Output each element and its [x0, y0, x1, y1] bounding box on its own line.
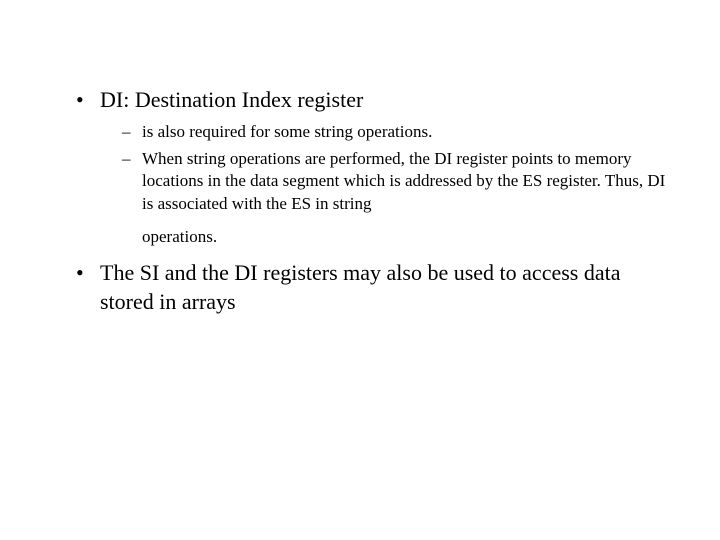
- list-item: When string operations are performed, th…: [122, 148, 670, 250]
- slide: DI: Destination Index register is also r…: [0, 0, 720, 540]
- bullet-text: DI: Destination Index register: [100, 87, 363, 112]
- bullet-text: The SI and the DI registers may also be …: [100, 260, 621, 314]
- list-item: DI: Destination Index register is also r…: [70, 86, 670, 249]
- bullet-text: When string operations are performed, th…: [142, 149, 665, 214]
- bullet-list-level1: DI: Destination Index register is also r…: [0, 86, 720, 316]
- bullet-list-level2: is also required for some string operati…: [100, 121, 670, 250]
- list-item: is also required for some string operati…: [122, 121, 670, 144]
- bullet-text-trailing: operations.: [142, 226, 670, 249]
- bullet-text: is also required for some string operati…: [142, 122, 432, 141]
- list-item: The SI and the DI registers may also be …: [70, 259, 670, 316]
